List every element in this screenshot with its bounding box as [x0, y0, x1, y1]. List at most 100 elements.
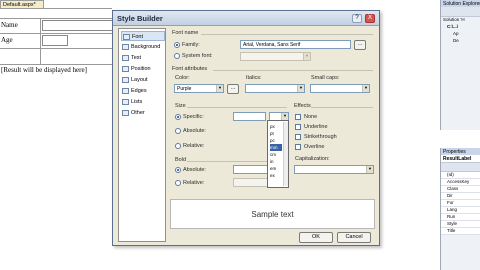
- small-caps-label: Small caps:: [311, 75, 340, 81]
- italics-label: Italics:: [246, 75, 262, 81]
- units-option[interactable]: em: [270, 165, 282, 172]
- solution-toolbar: [441, 7, 480, 17]
- units-option[interactable]: in: [270, 158, 282, 165]
- bold-header: Bold: [175, 157, 187, 163]
- property-row[interactable]: Dir: [441, 193, 480, 200]
- age-label: Age: [1, 36, 13, 44]
- help-button[interactable]: ?: [352, 14, 362, 23]
- style-builder-dialog: Style Builder ? X Font Background Text P…: [112, 10, 380, 246]
- system-font-label: System font:: [182, 53, 213, 59]
- size-relative-radio[interactable]: [175, 143, 181, 149]
- solution-explorer-panel: Solution Explorer Solution 'H C:\...\ Ap…: [440, 0, 480, 130]
- units-list-scrollbar[interactable]: [283, 122, 288, 186]
- text-icon: [122, 55, 129, 61]
- capitalization-select[interactable]: ▼: [294, 165, 374, 174]
- bold-absolute-label: Absolute:: [183, 167, 206, 173]
- separator: [187, 107, 287, 108]
- size-header: Size: [175, 103, 186, 109]
- property-row[interactable]: Lang: [441, 207, 480, 214]
- color-label: Color:: [175, 75, 190, 81]
- document-tab[interactable]: Default.aspx*: [0, 0, 44, 8]
- size-absolute-radio[interactable]: [175, 128, 181, 134]
- position-icon: [122, 66, 129, 72]
- bold-relative-label: Relative:: [183, 180, 205, 186]
- nav-item-position[interactable]: Position: [121, 64, 165, 74]
- category-list: Font Background Text Position Layout Edg…: [118, 28, 166, 242]
- effect-underline-checkbox[interactable]: [295, 124, 301, 130]
- color-select[interactable]: Purple ▼: [174, 84, 224, 93]
- effect-none-label: None: [304, 114, 318, 120]
- units-option-selected[interactable]: mm: [270, 144, 282, 151]
- tree-item-app[interactable]: Ap: [441, 31, 480, 38]
- ok-button[interactable]: OK: [299, 232, 333, 243]
- units-option[interactable]: cm: [270, 151, 282, 158]
- family-label: Family:: [182, 42, 200, 48]
- age-input[interactable]: [42, 35, 68, 46]
- effect-strikethrough-checkbox[interactable]: [295, 134, 301, 140]
- property-row[interactable]: Style: [441, 221, 480, 228]
- effect-overline-checkbox[interactable]: [295, 144, 301, 150]
- properties-object[interactable]: ResultLabel: [441, 155, 480, 163]
- close-button[interactable]: X: [365, 14, 375, 23]
- tab-underline: [0, 8, 112, 9]
- property-row[interactable]: Title: [441, 228, 480, 235]
- units-option[interactable]: px: [270, 123, 282, 130]
- nav-item-edges[interactable]: Edges: [121, 86, 165, 96]
- sample-preview: Sample text: [170, 199, 375, 229]
- property-row[interactable]: AccessKey: [441, 179, 480, 186]
- property-row[interactable]: (Id): [441, 172, 480, 179]
- family-input[interactable]: Arial, Verdana, Sans Serif: [240, 40, 351, 49]
- size-specific-label: Specific:: [183, 114, 204, 120]
- layout-icon: [122, 77, 129, 83]
- units-dropdown-list: px pt pc mm cm in em ex: [267, 120, 289, 188]
- property-row[interactable]: Run: [441, 214, 480, 221]
- nav-item-text[interactable]: Text: [121, 53, 165, 63]
- lists-icon: [122, 99, 129, 105]
- italics-select[interactable]: ▼: [245, 84, 305, 93]
- bold-absolute-radio[interactable]: [175, 167, 181, 173]
- bold-relative-radio[interactable]: [175, 180, 181, 186]
- size-specific-input[interactable]: [233, 112, 266, 121]
- separator: [311, 107, 373, 108]
- effect-underline-label: Underline: [304, 124, 328, 130]
- units-option[interactable]: ex: [270, 172, 282, 179]
- nav-item-background[interactable]: Background: [121, 42, 165, 52]
- name-input[interactable]: [42, 20, 114, 31]
- other-icon: [122, 110, 129, 116]
- property-row[interactable]: For: [441, 200, 480, 207]
- nav-item-layout[interactable]: Layout: [121, 75, 165, 85]
- size-absolute-label: Absolute:: [183, 128, 206, 134]
- separator: [213, 70, 373, 71]
- family-browse-button[interactable]: ...: [354, 40, 366, 50]
- edges-icon: [122, 88, 129, 94]
- font-attributes-header: Font attributes: [172, 66, 208, 72]
- background-icon: [122, 44, 129, 50]
- separator: [201, 34, 373, 35]
- system-font-radio[interactable]: [174, 53, 180, 59]
- dialog-titlebar[interactable]: Style Builder ? X: [113, 11, 379, 26]
- font-icon: [123, 34, 130, 40]
- tree-item-default[interactable]: De: [441, 38, 480, 45]
- tree-item-solution[interactable]: Solution 'H: [441, 17, 480, 24]
- name-label: Name: [1, 21, 18, 29]
- size-specific-radio[interactable]: [175, 114, 181, 120]
- capitalization-header: Capitalization:: [295, 156, 330, 162]
- nav-item-other[interactable]: Other: [121, 108, 165, 118]
- tree-item-project[interactable]: C:\...\: [441, 24, 480, 31]
- units-option[interactable]: pc: [270, 137, 282, 144]
- small-caps-select[interactable]: ▼: [310, 84, 370, 93]
- units-option[interactable]: pt: [270, 130, 282, 137]
- color-picker-button[interactable]: ...: [227, 84, 239, 94]
- font-name-header: Font name: [172, 30, 199, 36]
- properties-toolbar: [441, 163, 480, 172]
- nav-item-lists[interactable]: Lists: [121, 97, 165, 107]
- cancel-button[interactable]: Cancel: [337, 232, 371, 243]
- effect-overline-label: Overline: [304, 144, 325, 150]
- nav-item-font[interactable]: Font: [121, 31, 165, 41]
- dialog-title: Style Builder: [117, 14, 163, 23]
- property-row[interactable]: Class: [441, 186, 480, 193]
- effects-header: Effects: [294, 103, 311, 109]
- system-font-select[interactable]: ▼: [240, 52, 311, 61]
- family-radio[interactable]: [174, 42, 180, 48]
- effect-none-checkbox[interactable]: [295, 114, 301, 120]
